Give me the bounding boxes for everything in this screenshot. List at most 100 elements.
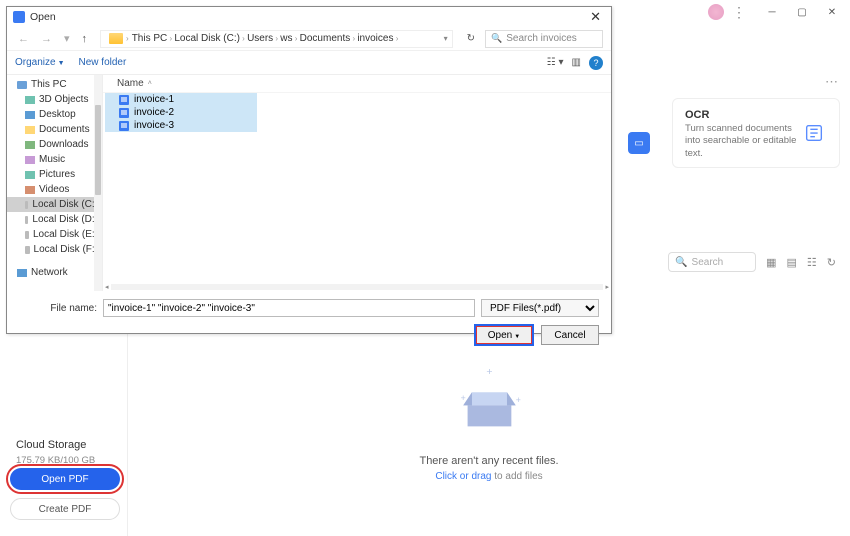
pdf-file-icon <box>119 95 129 105</box>
tree-item[interactable]: 3D Objects <box>7 92 102 107</box>
tree-item[interactable]: Music <box>7 152 102 167</box>
tree-item[interactable]: Documents <box>7 122 102 137</box>
tree-item[interactable]: Local Disk (C:) <box>7 197 102 212</box>
folder-icon <box>109 33 123 44</box>
refresh-icon[interactable]: ↻ <box>827 256 836 269</box>
breadcrumb-segment[interactable]: Users <box>247 33 273 44</box>
user-avatar[interactable] <box>708 4 724 20</box>
tree-item[interactable]: Local Disk (D:) <box>7 212 102 227</box>
minimize-button[interactable]: ─ <box>758 3 786 21</box>
list-h-scrollbar[interactable]: ◂▸ <box>103 283 611 291</box>
recent-dropdown-icon[interactable]: ▾ <box>61 32 73 45</box>
pdf-file-icon <box>119 121 129 131</box>
forward-icon[interactable]: → <box>38 33 55 45</box>
disk-icon <box>25 201 28 209</box>
file-list-header[interactable]: Name ˄ <box>103 75 611 93</box>
disk-icon <box>25 246 30 254</box>
breadcrumb-segment[interactable]: Local Disk (C:) <box>174 33 240 44</box>
back-icon[interactable]: ← <box>15 33 32 45</box>
refresh-breadcrumb-icon[interactable]: ↻ <box>463 33 479 44</box>
search-icon: 🔍 <box>491 33 502 44</box>
svg-text:+: + <box>486 366 492 378</box>
help-icon[interactable]: ? <box>589 56 603 70</box>
tree-item[interactable]: Network <box>7 265 102 280</box>
cancel-button[interactable]: Cancel <box>541 325 599 345</box>
cloud-title: Cloud Storage <box>16 439 95 451</box>
empty-action[interactable]: Click or drag to add files <box>419 471 558 482</box>
dialog-toolbar: Organize▼ New folder ☷ ▾ ▥ ? <box>7 51 611 75</box>
tree-item[interactable]: Local Disk (E:) <box>7 227 102 242</box>
ocr-desc: Turn scanned documents into searchable o… <box>685 123 801 160</box>
pc-icon <box>17 81 27 89</box>
breadcrumb-segment[interactable]: Documents <box>300 33 351 44</box>
new-folder-button[interactable]: New folder <box>79 57 127 68</box>
file-open-dialog: Open ✕ ← → ▾ ↑ › This PC › Local Disk (C… <box>6 6 612 334</box>
breadcrumb-segment[interactable]: This PC <box>132 33 168 44</box>
filename-label: File name: <box>19 303 97 314</box>
disk-icon <box>25 231 29 239</box>
desk-icon <box>25 111 35 119</box>
dialog-search-input[interactable]: 🔍 Search invoices <box>485 30 603 48</box>
dialog-footer: File name: PDF Files(*.pdf) Open▼ Cancel <box>7 291 611 355</box>
app-icon <box>13 11 25 23</box>
svg-text:+: + <box>515 395 520 405</box>
tree-item[interactable]: Downloads <box>7 137 102 152</box>
grid-view-icon[interactable]: ▦ <box>766 256 776 269</box>
sort-indicator-icon: ˄ <box>148 80 152 87</box>
tree-item[interactable]: Videos <box>7 182 102 197</box>
disk-icon <box>25 216 28 224</box>
open-pdf-button[interactable]: Open PDF <box>10 468 120 490</box>
sort-icon[interactable]: ☷ <box>807 256 817 269</box>
organize-button[interactable]: Organize▼ <box>15 57 65 68</box>
doc-icon <box>25 126 35 134</box>
tree-item[interactable]: Pictures <box>7 167 102 182</box>
preview-pane-button[interactable]: ▥ <box>572 57 581 68</box>
file-list: Name ˄ invoice-1invoice-2invoice-3 ◂▸ <box>103 75 611 291</box>
create-pdf-button[interactable]: Create PDF <box>10 498 120 520</box>
more-icon[interactable]: ⋮ <box>732 4 746 21</box>
breadcrumb-segment[interactable]: ws <box>280 33 292 44</box>
file-row[interactable]: invoice-2 <box>105 106 257 119</box>
dialog-nav-bar: ← → ▾ ↑ › This PC › Local Disk (C:) › Us… <box>7 27 611 51</box>
feature-icon[interactable]: ▭ <box>628 132 650 154</box>
dialog-titlebar: Open ✕ <box>7 7 611 27</box>
dialog-close-icon[interactable]: ✕ <box>586 9 605 25</box>
tree-item[interactable]: Desktop <box>7 107 102 122</box>
net-icon <box>17 269 27 277</box>
close-button[interactable]: ✕ <box>818 3 846 21</box>
tree-item[interactable]: This PC <box>7 77 102 92</box>
file-row[interactable]: invoice-1 <box>105 93 257 106</box>
ocr-title: OCR <box>685 109 801 121</box>
tree-scrollbar[interactable] <box>94 75 102 291</box>
svg-text:+: + <box>460 393 465 403</box>
cloud-storage-block: Cloud Storage 175.79 KB/100 GB <box>16 439 95 466</box>
ocr-icon <box>801 109 827 157</box>
list-view-icon[interactable]: ▤ <box>787 256 797 269</box>
view-mode-button[interactable]: ☷ ▾ <box>547 57 564 68</box>
breadcrumb[interactable]: › This PC › Local Disk (C:) › Users › ws… <box>100 30 453 48</box>
dialog-title: Open <box>30 11 586 23</box>
search-icon: 🔍 <box>675 257 687 268</box>
folder-tree[interactable]: This PC3D ObjectsDesktopDocumentsDownloa… <box>7 75 103 291</box>
empty-state: + + + There aren't any recent files. Cli… <box>419 366 558 482</box>
overflow-icon[interactable]: ⋯ <box>825 74 838 90</box>
recent-search-input[interactable]: 🔍 Search <box>668 252 756 272</box>
breadcrumb-segment[interactable]: invoices <box>357 33 393 44</box>
vid-icon <box>25 186 35 194</box>
filename-input[interactable] <box>103 299 475 317</box>
tree-item[interactable]: Local Disk (F:) <box>7 242 102 257</box>
empty-box-icon: + + + <box>444 366 534 436</box>
3d-icon <box>25 96 35 104</box>
cloud-size: 175.79 KB/100 GB <box>16 455 95 466</box>
filetype-select[interactable]: PDF Files(*.pdf) <box>481 299 599 317</box>
maximize-button[interactable]: ▢ <box>788 3 816 21</box>
music-icon <box>25 156 35 164</box>
ocr-card[interactable]: OCR Turn scanned documents into searchab… <box>672 98 840 168</box>
open-button[interactable]: Open▼ <box>475 325 533 345</box>
empty-message: There aren't any recent files. <box>419 455 558 467</box>
pdf-file-icon <box>119 108 129 118</box>
pic-icon <box>25 171 35 179</box>
up-icon[interactable]: ↑ <box>79 33 91 45</box>
dl-icon <box>25 141 35 149</box>
file-row[interactable]: invoice-3 <box>105 119 257 132</box>
